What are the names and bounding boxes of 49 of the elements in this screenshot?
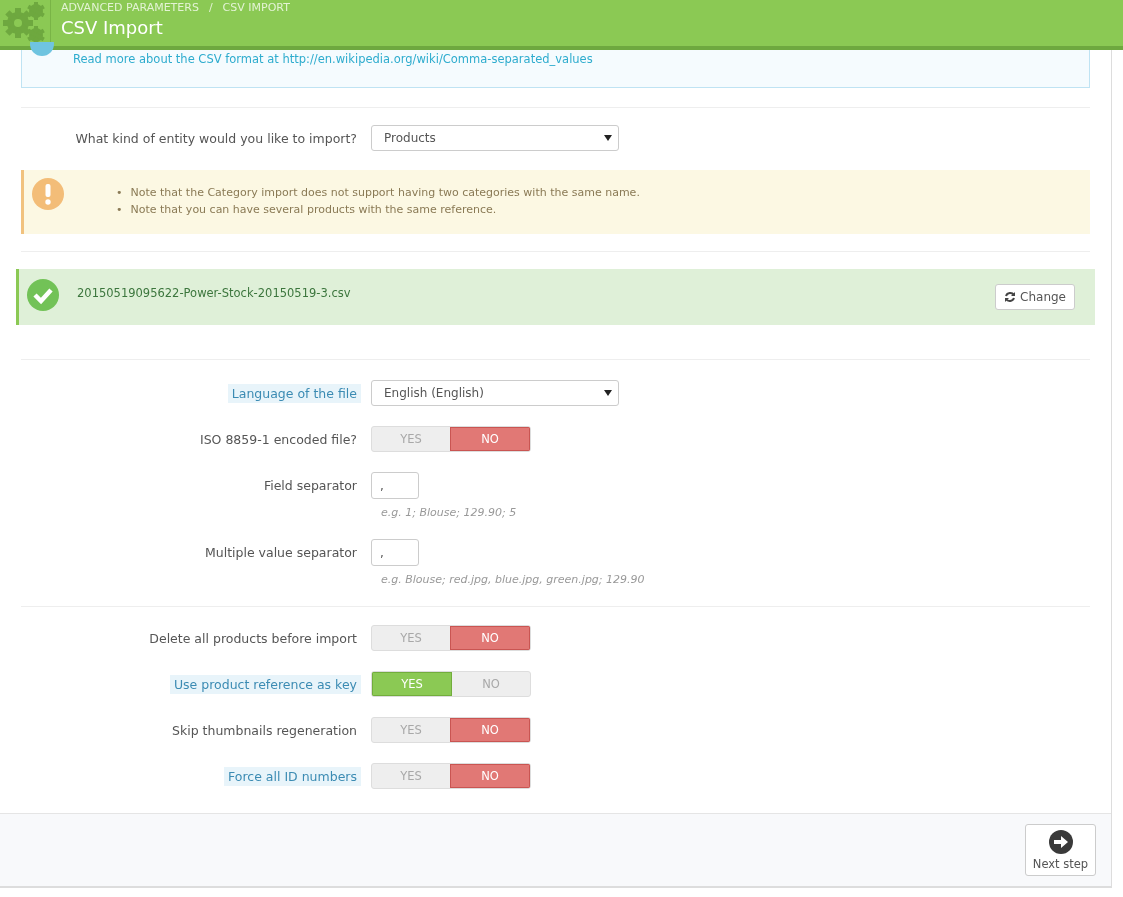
- check-icon: [27, 279, 59, 311]
- next-step-button[interactable]: Next step: [1025, 824, 1096, 876]
- info-icon: [28, 42, 56, 58]
- bullet: •: [116, 185, 123, 201]
- field-label: Force all ID numbers: [224, 766, 361, 786]
- field-label: ISO 8859-1 encoded file?: [198, 430, 358, 449]
- field-label: Use product reference as key: [169, 674, 361, 694]
- caret-icon: [604, 135, 612, 141]
- warning-icon: [32, 178, 64, 210]
- csv-format-link[interactable]: Read more about the CSV format at http://en.wikipedia.org/wiki/Comma-separated_values: [73, 52, 593, 66]
- caret-icon: [604, 390, 612, 396]
- yes-no-switch[interactable]: YES NO: [371, 717, 531, 743]
- yes-no-switch[interactable]: YES NO: [371, 671, 531, 697]
- breadcrumb-item[interactable]: ADVANCED PARAMETERS: [61, 1, 199, 14]
- yes-option[interactable]: YES: [372, 427, 450, 451]
- refresh-icon: [1004, 291, 1017, 303]
- breadcrumb-item[interactable]: CSV IMPORT: [222, 1, 290, 14]
- no-option[interactable]: NO: [450, 427, 530, 451]
- warning-note: Note that you can have several products with the same reference.: [130, 202, 497, 218]
- field-label: Field separator: [262, 477, 358, 495]
- arrow-right-icon: [1048, 829, 1073, 854]
- separator-field[interactable]: ,: [371, 539, 419, 566]
- field-label: What kind of entity would you like to import?: [74, 129, 358, 148]
- help-text: e.g. 1; Blouse; 129.90; 5: [381, 506, 518, 519]
- entity-select[interactable]: Products: [371, 125, 619, 151]
- no-option[interactable]: NO: [450, 764, 530, 788]
- no-option[interactable]: NO: [450, 626, 530, 650]
- bullet: •: [116, 202, 123, 218]
- field-label: Multiple value separator: [203, 544, 358, 562]
- help-text: e.g. Blouse; red.jpg, blue.jpg, green.jpg; 129.90: [381, 573, 646, 586]
- yes-option[interactable]: YES: [372, 764, 450, 788]
- breadcrumb-separator: /: [208, 1, 213, 14]
- change-button[interactable]: Change: [995, 284, 1075, 310]
- yes-no-switch[interactable]: YES NO: [371, 625, 531, 651]
- warning-note: Note that the Category import does not support having two categories with the same name.: [130, 185, 640, 201]
- yes-option[interactable]: YES: [372, 672, 452, 696]
- field-label: Skip thumbnails regeneration: [171, 721, 358, 740]
- language-select[interactable]: English (English): [371, 380, 619, 406]
- separator-field[interactable]: ,: [371, 472, 419, 499]
- field-label: Delete all products before import: [148, 629, 358, 648]
- no-option[interactable]: NO: [450, 718, 530, 742]
- no-option[interactable]: NO: [452, 672, 530, 696]
- yes-no-switch[interactable]: YES NO: [371, 763, 531, 789]
- file-name: 20150519095622-Power-Stock-20150519-3.csv: [77, 286, 352, 300]
- field-label: Language of the file: [227, 383, 361, 403]
- page-title: CSV Import: [61, 17, 164, 38]
- yes-option[interactable]: YES: [372, 626, 450, 650]
- yes-option[interactable]: YES: [372, 718, 450, 742]
- yes-no-switch[interactable]: YES NO: [371, 426, 531, 452]
